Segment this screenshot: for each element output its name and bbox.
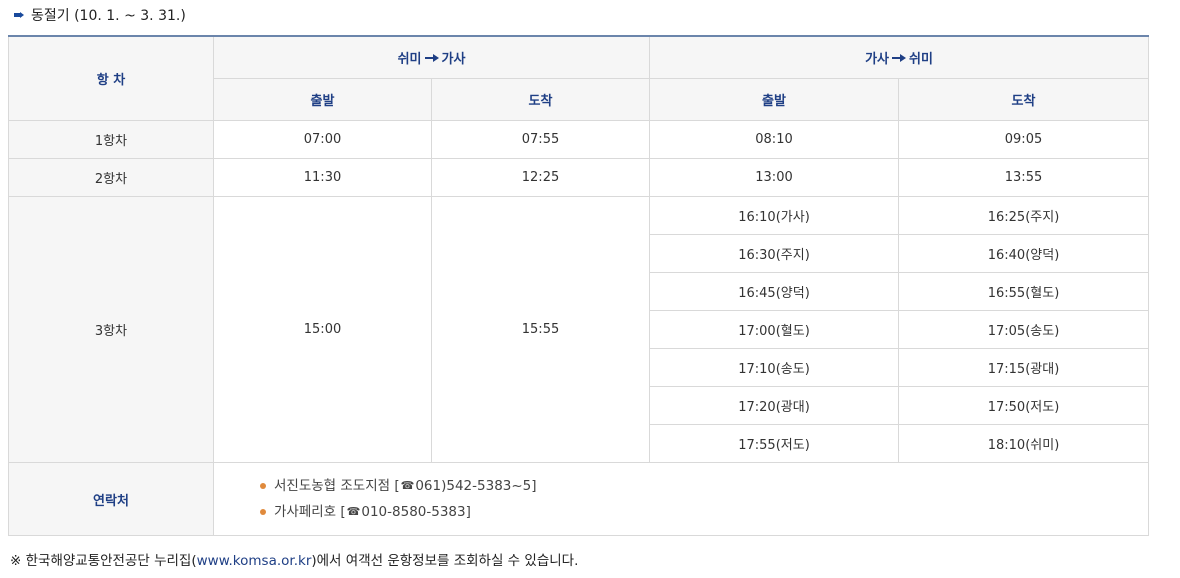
voyage-label: 1항차 xyxy=(8,120,214,159)
telephone-icon: ☎ xyxy=(400,479,415,492)
departure-time: 11:30 xyxy=(213,158,432,197)
departure-time: 13:00 xyxy=(649,158,899,197)
stop-departure-time: 16:45(양덕) xyxy=(649,272,899,311)
contact-name: 서진도농협 조도지점 [ xyxy=(274,478,400,494)
route-to: 가사 xyxy=(441,52,466,67)
arrival-time: 13:55 xyxy=(898,158,1149,197)
stop-arrival-time: 17:15(광대) xyxy=(898,348,1149,387)
note-suffix: )에서 여객선 운항정보를 조회하실 수 있습니다. xyxy=(311,553,579,569)
depart-header: 출발 xyxy=(649,78,899,121)
stop-departure-time: 17:20(광대) xyxy=(649,386,899,425)
voyage-label: 2항차 xyxy=(8,158,214,197)
route-header-gasa-shimi: 가사 쉬미 xyxy=(649,35,1149,79)
stop-arrival-time: 16:40(양덕) xyxy=(898,234,1149,273)
contact-phone: 010-8580-5383] xyxy=(361,504,471,520)
contact-phone: 061)542-5383~5] xyxy=(415,478,537,494)
contact-header: 연락처 xyxy=(8,462,214,536)
note-prefix: ※ 한국해양교통안전공단 누리집( xyxy=(10,553,197,569)
table-row: 2항차 11:30 12:25 13:00 13:55 xyxy=(8,158,1149,197)
arrival-time: 09:05 xyxy=(898,120,1149,159)
stop-arrival-time: 16:55(혈도) xyxy=(898,272,1149,311)
right-arrow-icon xyxy=(424,53,439,62)
contact-item: 서진도농협 조도지점 [ ☎ 061)542-5383~5] xyxy=(260,473,1148,499)
voyage-header: 항 차 xyxy=(8,35,214,121)
right-arrow-icon xyxy=(892,53,906,62)
stop-departure-time: 16:30(주지) xyxy=(649,234,899,273)
stop-departure-time: 17:55(저도) xyxy=(649,424,899,463)
contact-item: 가사페리호 [ ☎ 010-8580-5383] xyxy=(260,499,1148,525)
contact-row: 연락처 서진도농협 조도지점 [ ☎ 061)542-5383~5] 가사페리호… xyxy=(8,462,1149,536)
route-header-shimi-gasa: 쉬미 가사 xyxy=(213,35,650,79)
route-to: 쉬미 xyxy=(909,52,933,67)
ferry-schedule-table: 항 차 쉬미 가사 가사 쉬미 출발 도착 출발 도착 1항차 07:00 07… xyxy=(8,35,1149,536)
table-row: 1항차 07:00 07:55 08:10 09:05 xyxy=(8,120,1149,159)
footer-note: ※ 한국해양교통안전공단 누리집(www.komsa.or.kr)에서 여객선 … xyxy=(10,549,578,569)
route-from: 쉬미 xyxy=(397,52,422,67)
depart-header: 출발 xyxy=(213,78,432,121)
contact-name: 가사페리호 [ xyxy=(274,504,346,520)
stop-departure-time: 16:10(가사) xyxy=(649,196,899,235)
arrival-time: 12:25 xyxy=(431,158,650,197)
arrive-header: 도착 xyxy=(898,78,1149,121)
stop-arrival-time: 18:10(쉬미) xyxy=(898,424,1149,463)
arrow-bullet-icon xyxy=(14,12,25,18)
season-title-text: 동절기 (10. 1. ~ 3. 31.) xyxy=(31,8,186,24)
arrive-header: 도착 xyxy=(431,78,650,121)
table-row: 3항차 15:00 15:55 16:10(가사) 16:25(주지) xyxy=(8,196,1149,463)
departure-time: 07:00 xyxy=(213,120,432,159)
telephone-icon: ☎ xyxy=(346,505,361,518)
stop-arrival-time: 16:25(주지) xyxy=(898,196,1149,235)
stop-arrival-time: 17:05(송도) xyxy=(898,310,1149,349)
departure-time: 08:10 xyxy=(649,120,899,159)
contact-list: 서진도농협 조도지점 [ ☎ 061)542-5383~5] 가사페리호 [ ☎… xyxy=(213,462,1149,536)
bullet-dot-icon xyxy=(260,509,266,515)
route-from: 가사 xyxy=(865,52,889,67)
departure-time: 15:00 xyxy=(213,196,432,463)
arrival-time: 07:55 xyxy=(431,120,650,159)
stop-departure-time: 17:10(송도) xyxy=(649,348,899,387)
season-title: 동절기 (10. 1. ~ 3. 31.) xyxy=(14,5,186,25)
komsa-website-link[interactable]: www.komsa.or.kr xyxy=(197,553,312,569)
stop-arrival-time: 17:50(저도) xyxy=(898,386,1149,425)
bullet-dot-icon xyxy=(260,483,266,489)
arrival-time: 15:55 xyxy=(431,196,650,463)
voyage-label: 3항차 xyxy=(8,196,214,463)
stop-departure-time: 17:00(혈도) xyxy=(649,310,899,349)
